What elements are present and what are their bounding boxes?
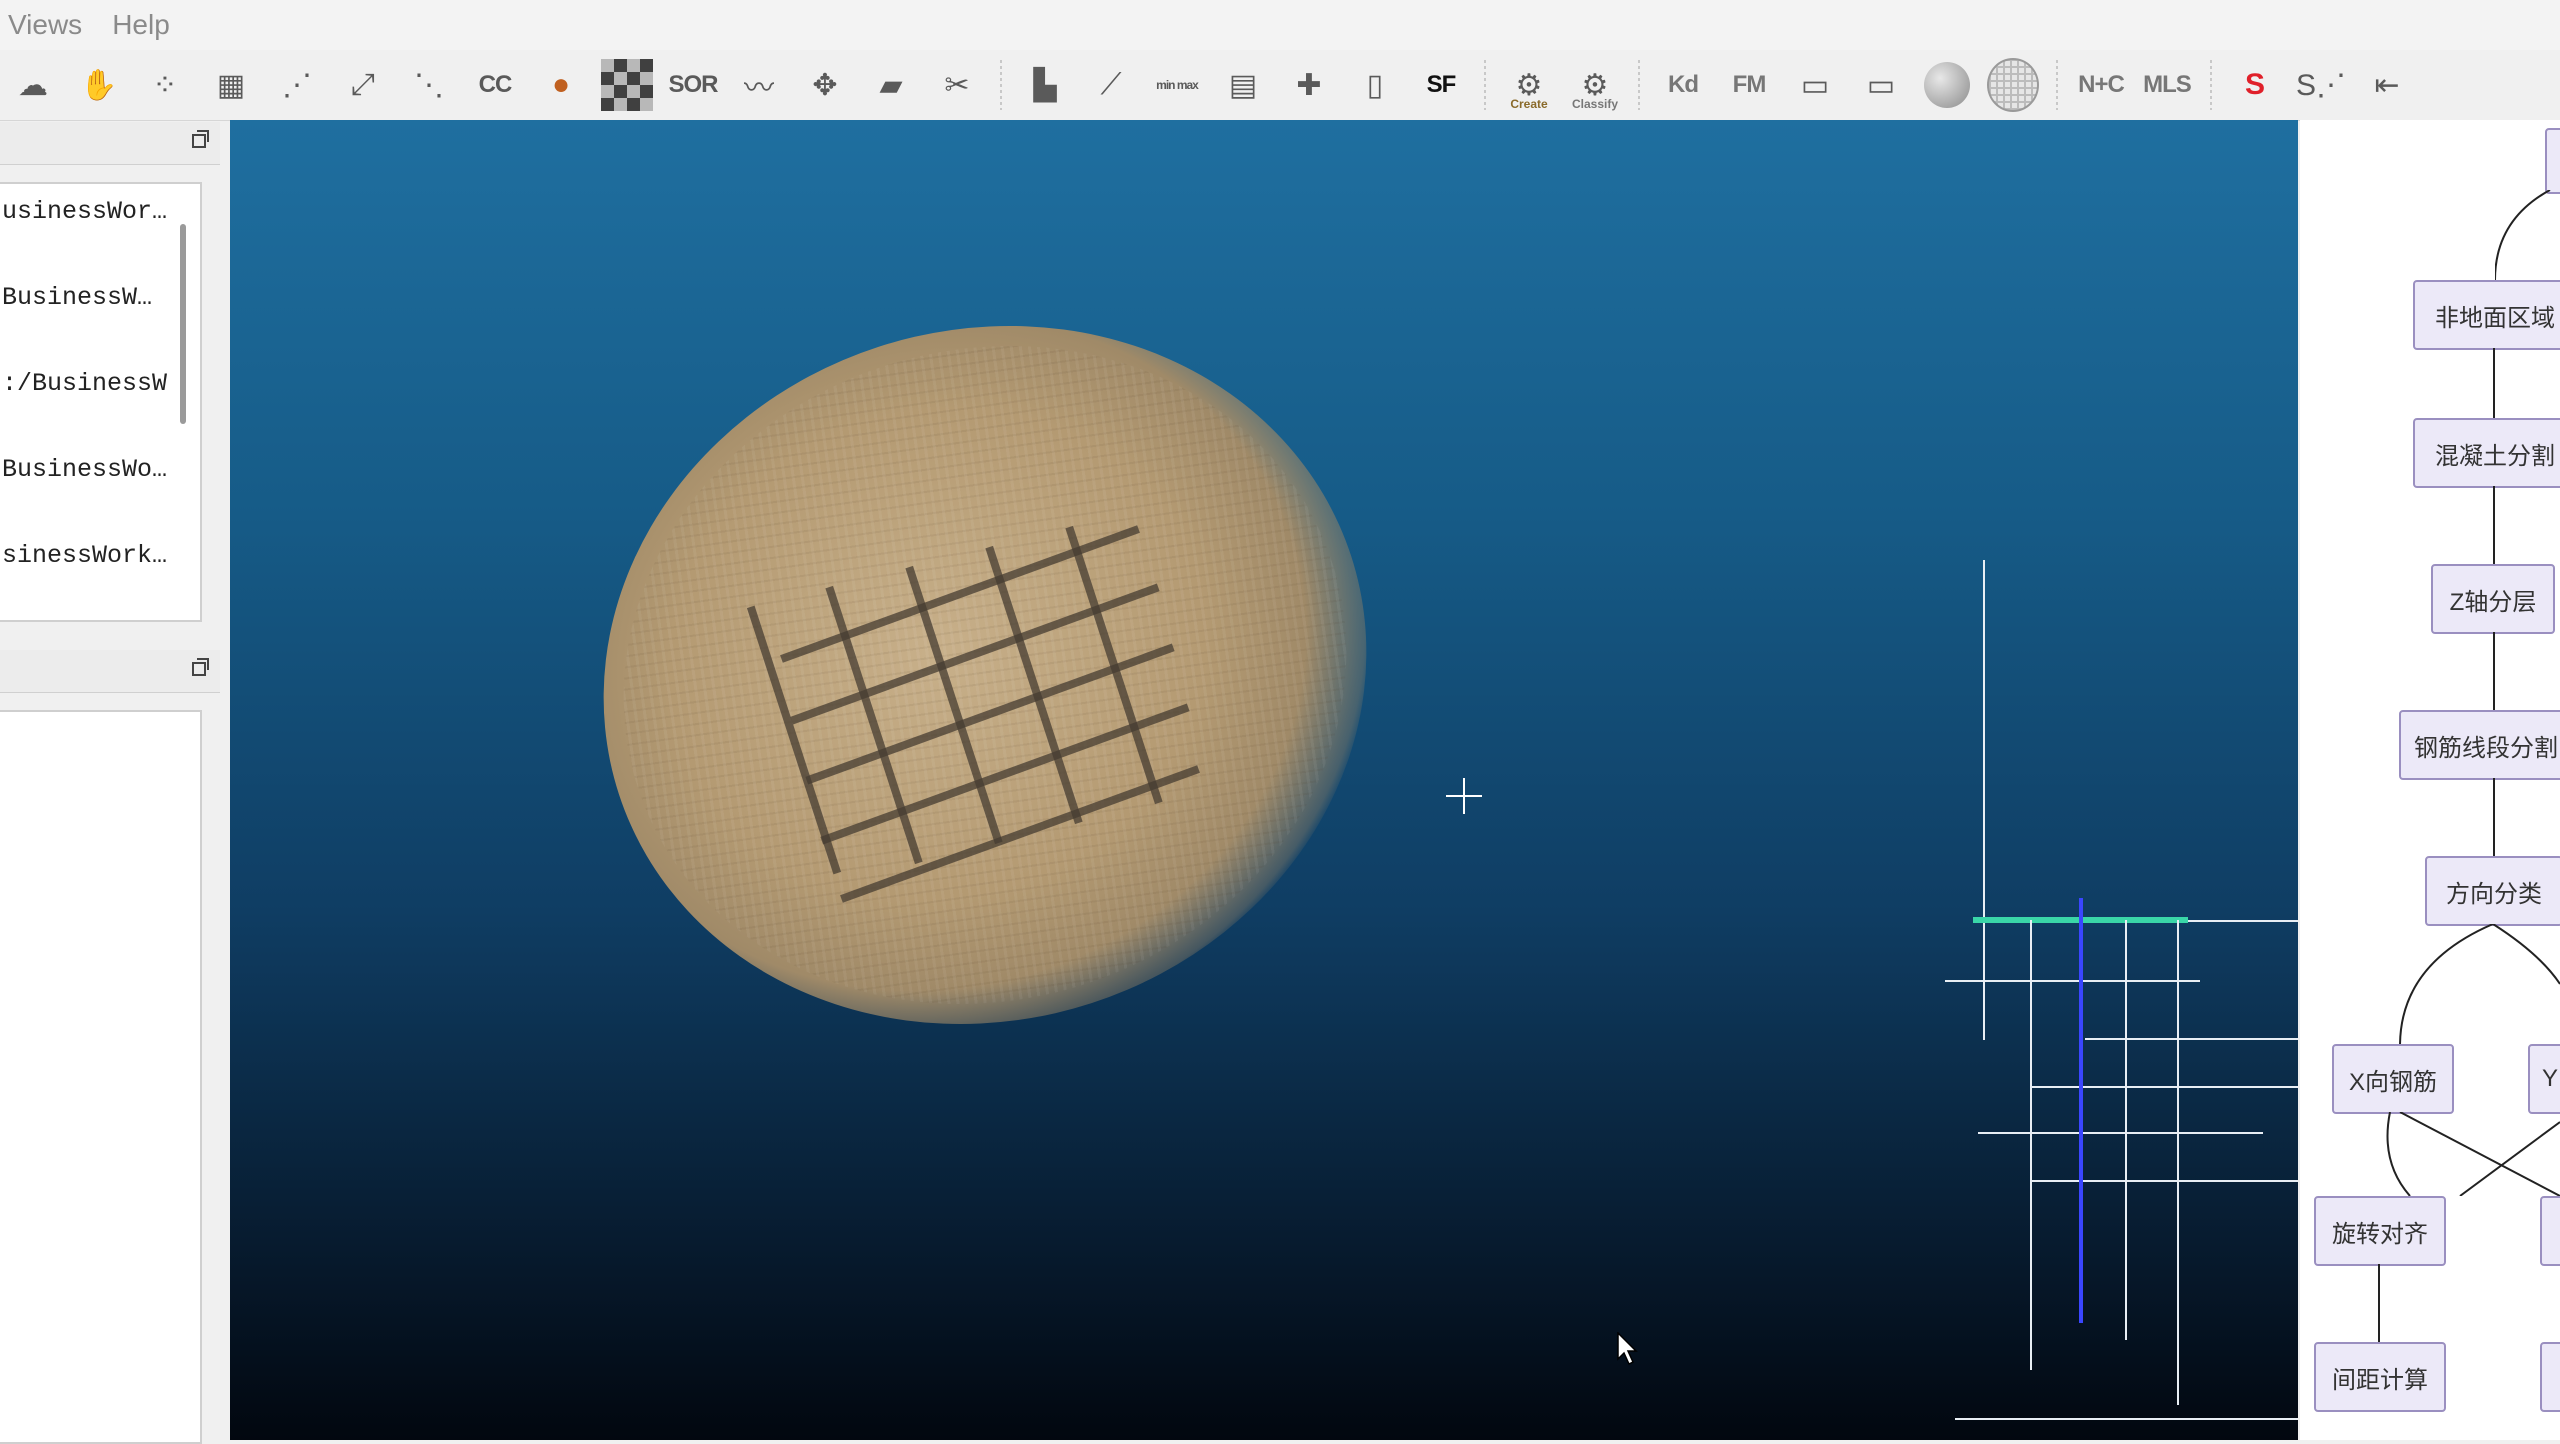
properties-header	[0, 650, 220, 693]
cc-icon[interactable]: CC	[469, 59, 521, 111]
sor-icon[interactable]: SOR	[667, 59, 719, 111]
nc-icon[interactable]: N+C	[2075, 59, 2127, 111]
point-cloud-texture	[537, 253, 1433, 1097]
s-icon[interactable]: S	[2229, 59, 2281, 111]
float-panel-icon[interactable]	[192, 658, 209, 676]
chart-icon[interactable]: ⟋	[1085, 59, 1137, 111]
view-center-crosshair	[1463, 778, 1465, 814]
calendar-icon[interactable]: ▤	[1217, 59, 1269, 111]
db-tree-item[interactable]: BusinessWo…	[0, 442, 200, 528]
flowchart-node: 非地面区域	[2413, 280, 2560, 350]
rebar-profile-line	[2188, 920, 2298, 922]
db-tree-item[interactable]: sinessWork…	[0, 528, 200, 614]
segment-icon[interactable]: ✋	[73, 59, 125, 111]
menu-views[interactable]: Views	[8, 9, 82, 41]
rebar-profile-line	[2030, 1180, 2298, 1182]
clouds-icon[interactable]: ☁	[7, 59, 59, 111]
flowchart-node: 钢筋线段分割	[2399, 710, 2560, 780]
sample-icon[interactable]: ⁘	[139, 59, 191, 111]
properties-panel	[0, 710, 202, 1444]
flowchart-node: 混凝土分割	[2413, 418, 2560, 488]
mouse-cursor-icon	[1617, 1332, 1638, 1366]
dev-icon[interactable]: ▭	[1855, 59, 1907, 111]
curve-icon[interactable]: 〰	[733, 59, 785, 111]
plane-icon[interactable]: ▰	[865, 59, 917, 111]
canupo-create-label: Create	[1510, 97, 1548, 111]
register-icon[interactable]: ⤢	[337, 59, 389, 111]
float-panel-icon[interactable]	[192, 130, 209, 148]
minmax-icon[interactable]: min max	[1151, 59, 1203, 111]
flowchart-node: X向钢筋	[2332, 1044, 2454, 1114]
canupo-classify-icon[interactable]: ⚙ Classify	[1569, 59, 1621, 112]
export-icon[interactable]: ⇤	[2361, 59, 2413, 111]
flowchart-connector	[2493, 348, 2495, 418]
toolbar-separator	[1000, 60, 1002, 110]
rebar-profile-line	[2125, 920, 2127, 1340]
flowchart-connector	[2493, 778, 2495, 856]
db-tree-item[interactable]: BusinessW…	[0, 270, 200, 356]
rebar-profile-line	[1978, 1132, 2263, 1134]
flowchart-node: 间距计算	[2314, 1342, 2446, 1412]
pin-icon[interactable]: ✂	[931, 59, 983, 111]
clipboard-icon[interactable]: ▯	[1349, 59, 1401, 111]
flowchart-node	[2540, 1342, 2560, 1412]
canupo-classify-label: Classify	[1571, 97, 1619, 111]
scatter-icon[interactable]: ⋰	[271, 59, 323, 111]
main-toolbar: ☁ ✋ ⁘ ▦ ⋰ ⤢ ⋱ CC ● SOR 〰 ✥ ▰ ✂ ▙ ⟋ min m…	[0, 50, 2560, 121]
flowchart-connector	[2493, 632, 2495, 710]
db-tree-item[interactable]: usinessWor…	[0, 184, 200, 270]
flowchart-node: 旋转对齐	[2314, 1196, 2446, 1266]
bucket-icon[interactable]: ●	[535, 59, 587, 111]
checker-icon[interactable]	[601, 59, 653, 111]
flowchart-connector	[2495, 190, 2551, 280]
plus-icon[interactable]: ✚	[1283, 59, 1335, 111]
db-tree-scrollbar[interactable]	[180, 224, 186, 424]
flowchart-node: Z轴分层	[2431, 564, 2555, 634]
move-icon[interactable]: ✥	[799, 59, 851, 111]
rebar-profile-line	[2030, 920, 2032, 1370]
toolbar-separator	[1638, 60, 1640, 110]
flowchart-panel: 非地面区域 混凝土分割 Z轴分层 钢筋线段分割 方向分类 X向钢筋 Y 旋转对齐…	[2300, 120, 2560, 1440]
scale-bar	[1955, 1418, 2298, 1420]
toolbar-separator	[2056, 60, 2058, 110]
db-tree-item[interactable]: :/BusinessW	[0, 356, 200, 442]
flowchart-node-top	[2545, 128, 2560, 194]
kd-icon[interactable]: Kd	[1657, 59, 1709, 111]
rebar-profile-line	[2177, 920, 2179, 1405]
grid-sphere-icon[interactable]	[1987, 58, 2039, 112]
sphere-icon[interactable]	[1921, 59, 1973, 111]
rebar-profile-line	[2030, 1086, 2298, 1088]
toolbar-separator	[2210, 60, 2212, 110]
s-points-icon[interactable]: S⋰	[2295, 59, 2347, 111]
noise-icon[interactable]: ▦	[205, 59, 257, 111]
mls-icon[interactable]: MLS	[2141, 59, 2193, 111]
sf-label: SF	[1426, 71, 1457, 98]
histogram-icon[interactable]: ▙	[1019, 59, 1071, 111]
toolbar-separator	[1484, 60, 1486, 110]
z-axis-line	[2079, 898, 2083, 1323]
db-tree-header	[0, 122, 220, 165]
db-tree-panel: usinessWor… BusinessW… :/BusinessW Busin…	[0, 182, 202, 622]
flowchart-connector	[2493, 486, 2495, 564]
sf-icon[interactable]: SF	[1415, 59, 1467, 111]
flowchart-connector	[2378, 1264, 2380, 1342]
points-icon[interactable]: ⋱	[403, 59, 455, 111]
rebar-profile-line	[2085, 1038, 2298, 1040]
flowchart-connector	[2399, 924, 2560, 1044]
flowchart-node: Y	[2528, 1044, 2560, 1114]
rebar-profile-line	[1945, 980, 2200, 982]
menu-help[interactable]: Help	[112, 9, 170, 41]
flowchart-connector	[2386, 1112, 2560, 1196]
menu-bar: Views Help	[0, 0, 2560, 50]
canupo-create-icon[interactable]: ⚙ Create	[1503, 59, 1555, 112]
dip-icon[interactable]: ▭	[1789, 59, 1841, 111]
flowchart-node: 方向分类	[2425, 856, 2560, 926]
3d-view[interactable]	[230, 120, 2298, 1440]
flowchart-node	[2540, 1196, 2560, 1266]
fm-icon[interactable]: FM	[1723, 59, 1775, 111]
axis-line	[1983, 560, 1985, 1040]
